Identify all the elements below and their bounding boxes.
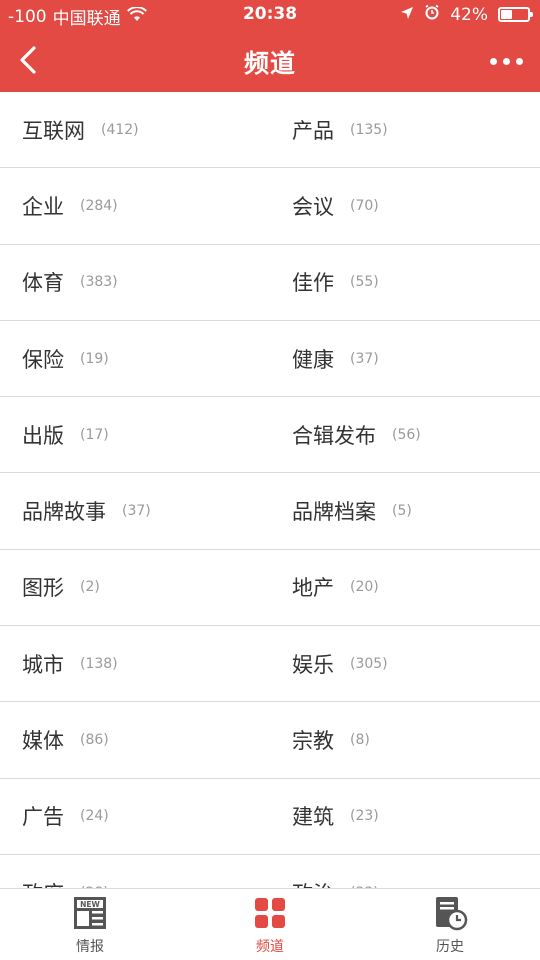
channel-row: 体育 (383) 佳作 (55): [0, 245, 540, 321]
channel-item[interactable]: 建筑 (23): [270, 779, 540, 854]
channel-count: (2): [80, 579, 100, 596]
channel-name: 品牌故事: [22, 500, 106, 525]
channel-name: 品牌档案: [292, 500, 376, 525]
channel-item[interactable]: 产品 (135): [270, 92, 540, 167]
channel-row: 媒体 (86) 宗教 (8): [0, 702, 540, 779]
battery-icon: [498, 7, 533, 22]
channel-name: 体育: [22, 271, 64, 296]
channel-count: (5): [392, 503, 412, 520]
channel-item[interactable]: 娱乐 (305): [270, 626, 540, 701]
channel-count: (138): [80, 655, 118, 672]
channel-count: (37): [350, 350, 379, 367]
grid-icon: [251, 894, 289, 932]
channel-name: 合辑发布: [292, 423, 376, 448]
channel-count: (305): [350, 655, 388, 672]
channel-count: (24): [80, 808, 109, 825]
channel-count: (56): [392, 426, 421, 443]
channel-item[interactable]: 广告 (24): [0, 779, 270, 854]
channel-name: 产品: [292, 118, 334, 143]
channel-item[interactable]: 地产 (20): [270, 550, 540, 625]
more-dots-icon: [489, 57, 497, 65]
newspaper-icon: NEW: [71, 894, 109, 932]
channel-name: 建筑: [292, 805, 334, 830]
channel-item[interactable]: 品牌档案 (5): [270, 473, 540, 548]
channel-count: (17): [80, 426, 109, 443]
channel-name: 娱乐: [292, 652, 334, 677]
channel-row: 品牌故事 (37) 品牌档案 (5): [0, 473, 540, 550]
channel-count: (37): [122, 503, 151, 520]
channel-name: 广告: [22, 805, 64, 830]
channel-row: 政府(28)政治(33): [0, 855, 540, 888]
channel-item[interactable]: 宗教 (8): [270, 702, 540, 777]
channel-item[interactable]: 政府(28): [0, 855, 270, 888]
channel-name: 互联网: [22, 118, 85, 143]
channel-count: (19): [80, 350, 109, 367]
channel-item[interactable]: 健康 (37): [270, 321, 540, 396]
channel-item[interactable]: 媒体 (86): [0, 702, 270, 777]
app-header: -100 中国联通 20:38 42% 频道: [0, 0, 540, 92]
channel-count: (412): [101, 121, 139, 138]
channel-count: (23): [350, 808, 379, 825]
channel-count: (70): [350, 197, 379, 214]
channel-row: 图形 (2) 地产 (20): [0, 550, 540, 627]
channel-name: 会议: [292, 194, 334, 219]
channel-item[interactable]: 佳作 (55): [270, 245, 540, 320]
channel-count: (86): [80, 732, 109, 749]
channel-item[interactable]: 企业 (284): [0, 168, 270, 243]
channel-list: 互联网 (412) 产品 (135) 企业 (284) 会议 (70) 体育 (383) 佳作 (55…: [0, 92, 540, 888]
channel-row: 互联网 (412) 产品 (135): [0, 92, 540, 169]
channel-count: (8): [350, 732, 370, 749]
channel-name: 佳作: [292, 271, 334, 296]
channel-item[interactable]: 图形 (2): [0, 550, 270, 625]
channel-count: (55): [350, 274, 379, 291]
channel-name: 政府: [22, 878, 64, 888]
tab-history-label: 历史: [436, 939, 464, 955]
channel-name: 企业: [22, 194, 64, 219]
channel-name: 媒体: [22, 729, 64, 754]
channel-row: 城市 (138) 娱乐 (305): [0, 626, 540, 703]
more-button[interactable]: [486, 44, 526, 78]
channel-name: 城市: [22, 652, 64, 677]
tab-intel[interactable]: NEW 情报: [0, 889, 180, 960]
channel-name: 健康: [292, 347, 334, 372]
channel-row: 企业 (284) 会议 (70): [0, 168, 540, 245]
history-clock-icon: [431, 894, 469, 932]
channel-item[interactable]: 保险 (19): [0, 321, 270, 396]
channel-item[interactable]: 互联网 (412): [0, 92, 270, 167]
channel-count: (284): [80, 197, 118, 214]
channel-item[interactable]: 政治(33): [270, 855, 540, 888]
channel-item[interactable]: 体育 (383): [0, 245, 270, 320]
channel-item[interactable]: 出版 (17): [0, 397, 270, 472]
channel-name: 保险: [22, 347, 64, 372]
alarm-icon: [424, 4, 440, 25]
channel-count: (383): [80, 274, 118, 291]
channel-name: 图形: [22, 576, 64, 601]
channel-item[interactable]: 城市 (138): [0, 626, 270, 701]
status-bar: -100 中国联通 20:38 42%: [0, 0, 540, 30]
tab-bar: NEW 情报 频道 历史: [0, 888, 540, 960]
location-arrow-icon: [400, 5, 414, 25]
channel-row: 广告 (24) 建筑 (23): [0, 779, 540, 855]
channel-item[interactable]: 合辑发布 (56): [270, 397, 540, 472]
svg-text:NEW: NEW: [80, 900, 100, 909]
channel-name: 政治: [292, 878, 334, 888]
battery-fill: [501, 10, 512, 19]
channel-name: 宗教: [292, 729, 334, 754]
channel-item[interactable]: 品牌故事 (37): [0, 473, 270, 548]
tab-channels-label: 频道: [256, 939, 284, 955]
channel-row: 保险 (19) 健康 (37): [0, 321, 540, 398]
tab-history[interactable]: 历史: [360, 889, 540, 960]
channel-count: (20): [350, 579, 379, 596]
channel-name: 地产: [292, 576, 334, 601]
channel-item[interactable]: 会议 (70): [270, 168, 540, 243]
channel-count: (135): [350, 121, 388, 138]
tab-intel-label: 情报: [76, 939, 104, 955]
tab-channels[interactable]: 频道: [180, 889, 360, 960]
page-title: 频道: [243, 49, 296, 78]
navigation-bar: 频道: [0, 30, 540, 92]
battery-percent: 42%: [450, 4, 488, 25]
channel-name: 出版: [22, 423, 64, 448]
channel-row: 出版 (17) 合辑发布 (56): [0, 397, 540, 474]
